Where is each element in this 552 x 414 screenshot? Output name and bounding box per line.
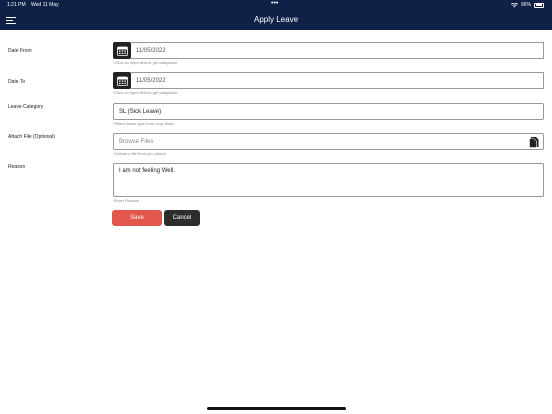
attach-file-hint: *Upload a file from you phone [113, 151, 166, 156]
date-to-input[interactable]: 11/05/2022 [131, 72, 544, 89]
attach-file-label: Attach File (Optional) [8, 134, 55, 140]
status-date: Wed 11 May [31, 2, 59, 8]
status-right: 96% [510, 2, 544, 8]
date-from-row[interactable]: 11/05/2022 [113, 42, 544, 59]
file-upload-icon[interactable] [528, 136, 541, 148]
cancel-button[interactable]: Cancel [164, 210, 200, 226]
date-to-row[interactable]: 11/05/2022 [113, 72, 544, 89]
status-time: 1:21 PM [7, 2, 26, 8]
attach-file-placeholder: Browse Files [119, 138, 154, 145]
reason-hint: *Enter Reason [113, 198, 140, 203]
status-left: 1:21 PM Wed 11 May [7, 2, 63, 8]
wifi-icon [510, 2, 518, 7]
date-from-input[interactable]: 11/05/2022 [131, 42, 544, 59]
leave-category-label: Leave Category [8, 104, 44, 110]
leave-category-hint: *Select leave type from drop-down [113, 121, 175, 126]
nav-bar: Apply Leave [0, 10, 552, 30]
date-to-label: Date To [8, 79, 26, 85]
home-indicator[interactable] [207, 407, 346, 410]
attach-file-field[interactable]: Browse Files [113, 133, 544, 150]
page-title: Apply Leave [253, 15, 299, 24]
date-to-hint: *Click on input field to get datepicker [113, 90, 178, 95]
date-from-label: Date From [8, 48, 32, 54]
battery-icon [534, 2, 544, 8]
battery-percentage: 96% [520, 2, 531, 8]
reason-textarea[interactable]: I am not feeling Well. [113, 163, 544, 197]
save-button[interactable]: Save [112, 210, 162, 226]
reason-label: Reason [8, 164, 26, 170]
leave-category-select[interactable]: SL (Sick Leave) [113, 103, 544, 120]
calendar-icon[interactable] [113, 72, 131, 89]
calendar-icon[interactable] [113, 42, 131, 59]
multitasking-dots[interactable]: ••• [271, 0, 278, 7]
status-bar: 1:21 PM Wed 11 May ••• 96% [0, 0, 552, 10]
date-from-hint: *Click on input field to get datepicker [113, 60, 178, 65]
